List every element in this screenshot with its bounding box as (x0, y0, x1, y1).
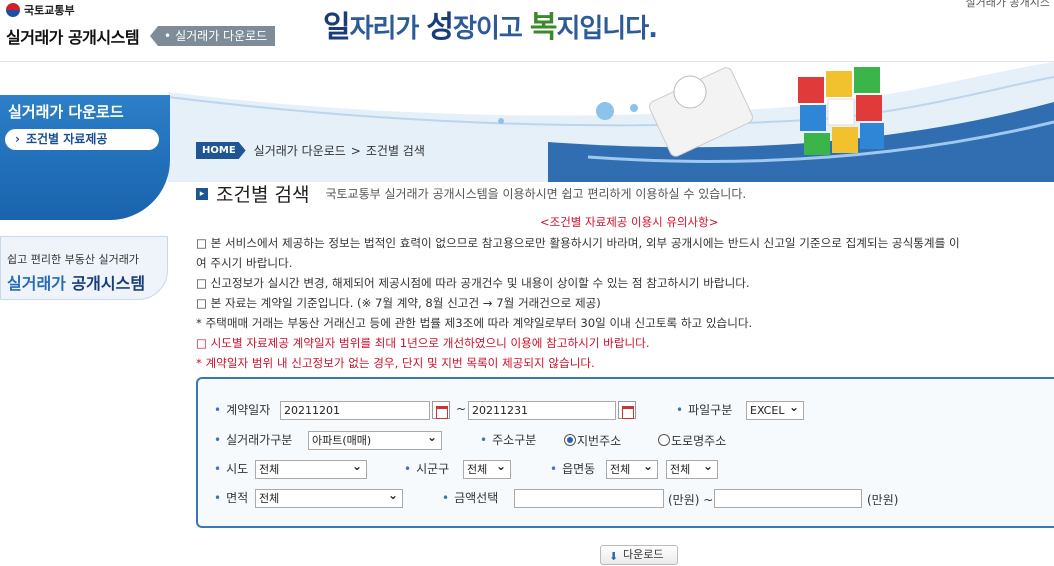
notice-line-highlight: □ 시도별 자료제공 계약일자 범위를 최대 1년으로 개선하였으니 이용에 참… (196, 336, 650, 350)
address-road-radio[interactable] (658, 434, 670, 446)
download-button[interactable]: ⬇ 다운로드 (600, 545, 678, 565)
calendar-icon[interactable] (618, 401, 636, 419)
sidebar-item-condition-data[interactable]: 조건별 자료제공 (5, 129, 159, 150)
breadcrumb-level2: 조건별 검색 (365, 144, 425, 158)
amount-to-input[interactable] (714, 489, 862, 508)
page-header: 국토교통부 실거래가 공개시스템 실거래가 다운로드 일자리가 성장이고 복지입… (0, 0, 1054, 62)
slogan: 일자리가 성장이고 복지입니다. (323, 10, 658, 45)
title-arrow-icon: ▸ (196, 187, 208, 200)
search-form: 계약일자 20211201 ~ 20211231 파일구분 EXCEL 실거래가… (196, 377, 1054, 528)
breadcrumb: HOME 실거래가 다운로드 > 조건별 검색 (196, 142, 425, 159)
home-link[interactable]: HOME (196, 142, 246, 159)
calendar-icon[interactable] (432, 401, 450, 419)
sigungu-select[interactable]: 전체 (463, 458, 511, 479)
address-road-label: 도로명주소 (671, 434, 727, 448)
sidebar-banner[interactable]: 쉽고 편리한 부동산 실거래가 실거래가 공개시스템 (0, 236, 168, 300)
area-select[interactable]: 전체 (255, 487, 403, 508)
price-type-label: 실거래가구분 (214, 431, 292, 448)
emd-select[interactable]: 전체 (606, 458, 658, 479)
contract-date-label: 계약일자 (214, 401, 270, 418)
section-tag: 실거래가 다운로드 (150, 26, 276, 46)
notice-line-highlight: * 계약일자 범위 내 신고정보가 없는 경우, 단지 및 지번 목록이 제공되… (196, 356, 595, 370)
hero-banner (168, 62, 1054, 182)
notice-line: 여 주시기 바랍니다. (196, 256, 293, 270)
notice-line: □ 신고정보가 실시간 변경, 해제되어 제공시점에 따라 공개건수 및 내용이… (196, 276, 750, 290)
amount-unit-to: (만원) (867, 493, 899, 507)
hero-wave-illustration (168, 62, 1054, 182)
banner-title: 실거래가 공개시스템 (7, 274, 146, 293)
decor-dot (498, 118, 504, 124)
top-link[interactable]: 실거래가 공개시스 (966, 0, 1050, 10)
date-to-input[interactable]: 20211231 (468, 401, 616, 420)
notice-list: □ 본 서비스에서 제공하는 정보는 법적인 효력이 없으므로 참고용으로만 활… (196, 233, 1054, 373)
system-name[interactable]: 실거래가 공개시스템 (6, 24, 140, 48)
notice-line: □ 본 서비스에서 제공하는 정보는 법적인 효력이 없으므로 참고용으로만 활… (196, 236, 960, 250)
sido-label: 시도 (214, 460, 248, 477)
notice-line: * 주택매매 거래는 부동산 거래신고 등에 관한 법률 제3조에 따라 계약일… (196, 316, 753, 330)
amount-unit-from: (만원) ~ (668, 493, 714, 507)
address-jibun-label: 지번주소 (577, 434, 622, 448)
amount-from-input[interactable] (514, 489, 664, 508)
breadcrumb-level1[interactable]: 실거래가 다운로드 (254, 142, 346, 159)
download-icon: ⬇ (609, 550, 619, 563)
breadcrumb-separator: > (350, 143, 361, 158)
taegeuk-emblem-icon (6, 3, 20, 17)
notice-heading: <조건별 자료제공 이용시 유의사항> (540, 215, 719, 229)
sido-select[interactable]: 전체 (255, 458, 367, 479)
amount-label: 금액선택 (442, 489, 498, 506)
ministry-name: 국토교통부 (24, 4, 75, 17)
address-jibun-radio[interactable] (564, 434, 576, 446)
sidebar-title: 실거래가 다운로드 (8, 103, 124, 121)
emd-sub-select[interactable]: 전체 (666, 458, 718, 479)
banner-subtitle: 쉽고 편리한 부동산 실거래가 (7, 253, 139, 266)
emd-label: 읍면동 (550, 460, 595, 477)
sigungu-label: 시군구 (404, 460, 449, 477)
address-type-label: 주소구분 (480, 431, 536, 448)
page-title: 조건별 검색 (216, 184, 310, 206)
price-type-select[interactable]: 아파트(매매) (308, 429, 442, 450)
download-button-label: 다운로드 (623, 548, 664, 561)
date-from-input[interactable]: 20211201 (280, 401, 430, 420)
sidebar-panel: 실거래가 다운로드 조건별 자료제공 (0, 95, 170, 220)
date-range-tilde: ~ (456, 402, 467, 416)
page-description: 국토교통부 실거래가 공개시스템을 이용하시면 쉽고 편리하게 이용하실 수 있… (325, 187, 747, 201)
notice-line: □ 본 자료는 계약일 기준입니다. (※ 7월 계약, 8월 신고건 → 7월… (196, 296, 601, 310)
file-type-select[interactable]: EXCEL (746, 399, 804, 420)
decor-dot (630, 104, 638, 112)
file-type-label: 파일구분 (676, 401, 732, 418)
title-row: ▸ 조건별 검색 국토교통부 실거래가 공개시스템을 이용하시면 쉽고 편리하게… (196, 180, 746, 207)
area-label: 면적 (214, 489, 248, 506)
decor-dot (596, 102, 614, 120)
